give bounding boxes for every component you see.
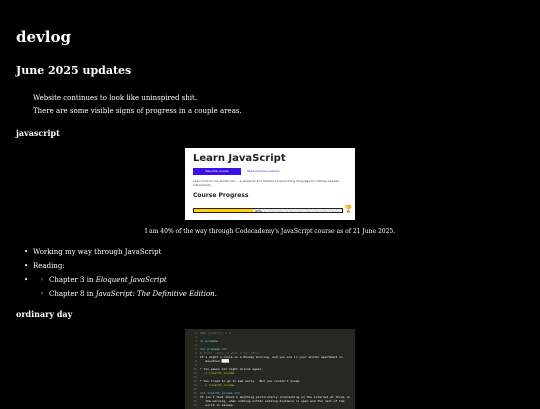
screenshot-practice-button: Start practice session [247,169,280,173]
code-text: -> innerSt_income [200,383,235,387]
screenshot-progress-label: Course Progress [193,192,249,199]
screenshot-description: Learn how to use JavaScript — a powerful… [193,179,340,187]
reading-sublist: Chapter 3 in Eloquent JavaScript Chapter… [24,273,217,301]
javascript-list: Working my way through JavaScript Readin… [24,245,217,301]
screenshot-progress-text: 40% [255,209,262,213]
book-title[interactable]: JavaScript: The Definitive Edition [96,290,215,298]
code-text: -> innerSt_income [200,371,235,375]
reading-item: Chapter 3 in Eloquent JavaScript [40,273,217,287]
reading-prefix: Chapter 3 in [49,276,96,284]
screenshot-resume-button: Resume course [193,168,241,175]
progress-fill [194,209,254,212]
section-heading-ordinary-day: ordinary day [16,309,73,319]
code-text: ### [[start]] = 0 [200,331,231,335]
post-title: June 2025 updates [16,64,132,77]
screenshot-caption: I am 40% of the way through Codecademy's… [144,228,396,235]
trophy-icon: 🏆 [344,205,353,213]
code-line: 19 world is asleep. [185,403,355,407]
list-item: Reading: [24,259,217,273]
reading-suffix: . [214,290,217,298]
code-text: => preGame [200,339,219,343]
section-heading-javascript: javascript [16,128,60,138]
screenshot-progress-bar [193,208,343,213]
book-title[interactable]: Eloquent JavaScript [96,276,167,284]
intro-paragraph: Website continues to look like uninspire… [33,94,198,102]
line-number: 19 [193,403,197,407]
intro-paragraph: There are some visible signs of progress… [33,107,242,115]
list-item-text: Working my way through JavaScript [33,248,162,256]
list-item: Working my way through JavaScript [24,245,217,259]
codecademy-screenshot: Learn JavaScript Resume course Start pra… [185,148,355,220]
code-screenshot: 1 ### [[start]] = 0 2 3 => preGame 4 5 === preG… [185,329,355,409]
reading-prefix: Chapter 8 in [49,290,96,298]
reading-sublist-container: Chapter 3 in Eloquent JavaScript Chapter… [24,273,217,301]
code-text: world is asleep. [200,403,235,407]
list-item-text: Reading: [33,262,65,270]
reading-item: Chapter 8 in JavaScript: The Definitive … [40,287,217,301]
screenshot-course-title: Learn JavaScript [193,153,286,164]
code-text: downtown ████. [200,359,231,363]
post-intro: Website continues to look like uninspire… [33,92,242,118]
site-title[interactable]: devlog [16,28,71,46]
